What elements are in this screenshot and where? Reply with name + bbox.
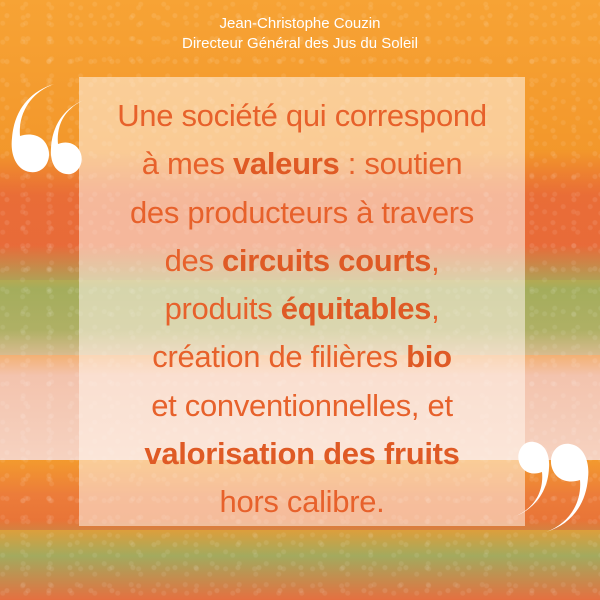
quote-line-8: valorisation des fruits — [79, 430, 525, 478]
quote-line-6-start: création de filières — [152, 339, 407, 375]
quote-line-5-start: produits — [164, 291, 281, 327]
quote-line-9: hors calibre. — [219, 484, 385, 520]
author-name: Jean-Christophe Couzin — [219, 15, 381, 32]
keyword-equitables: équitables — [280, 291, 432, 327]
keyword-circuits-courts: circuits courts — [221, 242, 432, 278]
opening-quote-icon — [11, 84, 84, 175]
author-block: Jean-Christophe Couzin Directeur Général… — [0, 14, 600, 54]
author-role: Directeur Général des Jus du Soleil — [182, 35, 418, 52]
quote-line-1: Une société qui correspond — [117, 98, 487, 133]
keyword-bio: bio — [406, 339, 452, 375]
quote-line-2: à mes valeurs : soutien — [79, 140, 525, 188]
quote-line-4-start: des — [164, 242, 222, 278]
quote-line-5: produits équitables, — [79, 285, 525, 333]
keyword-valeurs: valeurs — [232, 146, 340, 182]
quote-line-2-end: : soutien — [339, 146, 463, 182]
quote-line-3: des producteurs à travers — [129, 194, 474, 230]
quote-line-7: et conventionnelles, et — [151, 387, 453, 423]
quote-text: Une société qui correspond à mes valeurs… — [79, 92, 525, 527]
quote-line-4-end: , — [431, 242, 440, 278]
quote-line-6: création de filières bio — [79, 333, 525, 381]
quote-line-5-end: , — [431, 291, 440, 327]
quote-line-4: des circuits courts, — [79, 237, 525, 285]
quote-line-2-start: à mes — [141, 146, 233, 182]
keyword-valorisation: valorisation des fruits — [144, 436, 460, 472]
